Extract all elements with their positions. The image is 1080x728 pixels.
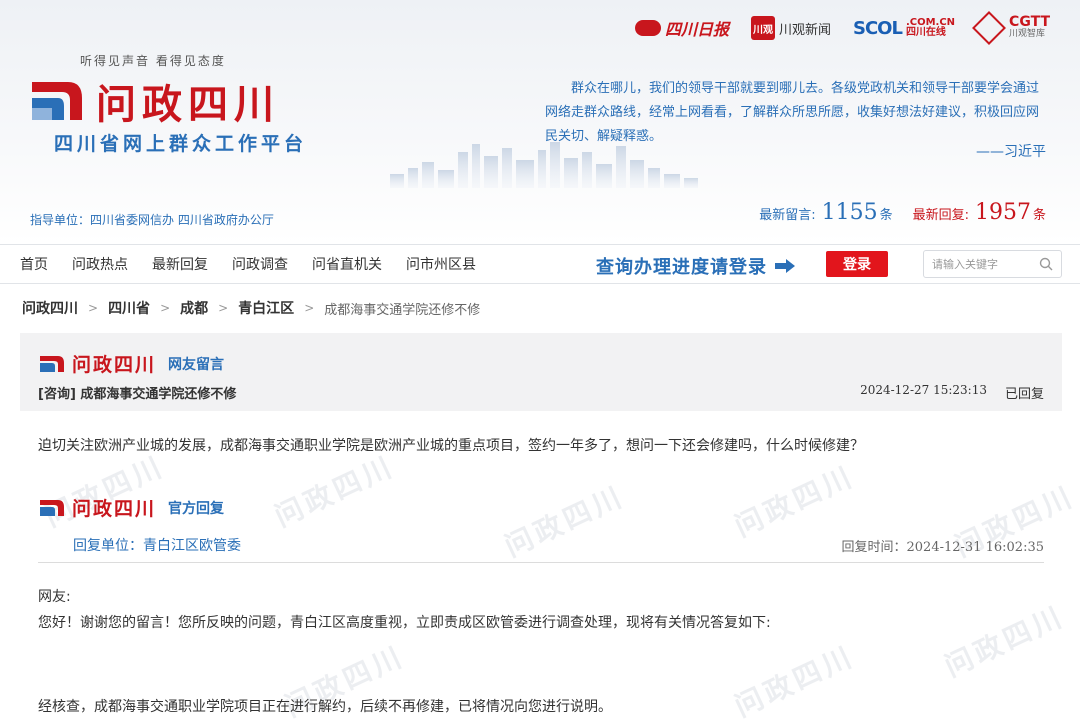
latest-message-count: 1155: [821, 200, 878, 225]
latest-message-stat[interactable]: 最新留言: 1155 条: [759, 200, 892, 225]
message-title: [咨询] 成都海事交通学院还修不修: [38, 387, 237, 402]
latest-reply-stat[interactable]: 最新回复: 1957 条: [913, 200, 1046, 225]
search-box: [923, 250, 1062, 278]
partner-logos: 四川日报 川观 川观新闻 SCOL .COM.CN 四川在线 CGTT 川观智库: [634, 11, 1050, 45]
status-badge: 已回复: [1004, 387, 1044, 402]
reply-time: 回复时间：2024-12-31 16:02:35: [841, 540, 1045, 555]
reply-paragraph: 经核查，成都海事交通职业学院项目正在进行解约，后续不再修建，已将情况向您进行说明…: [38, 699, 612, 715]
search-input[interactable]: [932, 257, 1032, 271]
watermark-logo: 问政四川: [39, 449, 170, 534]
progress-login-prompt[interactable]: 查询办理进度请登录: [596, 253, 795, 279]
chevron-right-icon: >: [88, 301, 99, 315]
chevron-right-icon: >: [304, 301, 315, 315]
netizen-message-card: 问政四川 网友留言 [咨询] 成都海事交通学院还修不修 2024-12-27 1…: [20, 333, 1062, 411]
section-tag-official: 官方回复: [168, 500, 225, 517]
nav-provincial-agencies[interactable]: 问省直机关: [312, 254, 382, 274]
platform-subtitle: 四川省网上群众工作平台: [54, 133, 308, 155]
cgtt-logo-icon: [972, 11, 1007, 45]
chevron-right-icon: >: [218, 301, 229, 315]
watermark-logo: 问政四川: [939, 599, 1070, 684]
section-logo-text: 问政四川: [72, 498, 157, 520]
nav-cities-counties[interactable]: 问市州区县: [406, 254, 476, 274]
section-logo-text: 问政四川: [72, 354, 157, 376]
breadcrumb-city[interactable]: 成都: [180, 298, 208, 318]
reply-paragraph: 您好！谢谢您的留言！您所反映的问题，青白江区高度重视，立即责成区欧管委进行调查处…: [38, 615, 771, 631]
site-logo[interactable]: 问政四川: [28, 72, 280, 130]
guiding-units: 指导单位：四川省委网信办 四川省政府办公厅: [30, 213, 274, 227]
watermark-logo: 问政四川: [729, 459, 860, 544]
partner-scol[interactable]: SCOL .COM.CN 四川在线: [853, 18, 955, 39]
site-stats: 最新留言: 1155 条 最新回复: 1957 条: [759, 200, 1046, 225]
quote-author: ——习近平: [976, 144, 1046, 160]
wenzheng-logo-icon: [40, 499, 64, 516]
breadcrumb-home[interactable]: 问政四川: [22, 298, 78, 318]
watermark-logo: 问政四川: [269, 449, 400, 534]
nav-surveys[interactable]: 问政调查: [232, 254, 288, 274]
reply-meta: 回复单位：青白江区欧管委 回复时间：2024-12-31 16:02:35: [38, 533, 1044, 563]
slogan: 听得见声音 看得见态度: [80, 54, 226, 68]
message-body: 迫切关注欧洲产业城的发展，成都海事交通职业学院是欧洲产业城的重点项目，签约一年多…: [38, 438, 864, 454]
nav-home[interactable]: 首页: [20, 254, 48, 274]
breadcrumb: 问政四川 > 四川省 > 成都 > 青白江区 > 成都海事交通学院还修不修: [22, 298, 480, 318]
partner-sichuan-daily[interactable]: 四川日报: [634, 16, 729, 40]
reply-unit: 回复单位：青白江区欧管委: [73, 538, 241, 554]
section-tag-netizen: 网友留言: [168, 356, 225, 373]
reply-greeting: 网友:: [38, 589, 71, 605]
breadcrumb-district[interactable]: 青白江区: [238, 298, 294, 318]
sichuan-daily-logo-icon: [634, 20, 661, 36]
breadcrumb-province[interactable]: 四川省: [108, 298, 150, 318]
partner-chuanguan[interactable]: 川观 川观新闻: [750, 16, 831, 40]
search-icon[interactable]: [1039, 257, 1053, 271]
nav-hot-topics[interactable]: 问政热点: [72, 254, 128, 274]
watermark-logo: 问政四川: [729, 639, 860, 724]
main-nav: 首页 问政热点 最新回复 问政调查 问省直机关 问市州区县 查询办理进度请登录 …: [0, 244, 1080, 284]
partner-cgtt[interactable]: CGTT 川观智库: [972, 11, 1050, 45]
arrow-right-icon: [775, 259, 795, 273]
message-time: 2024-12-27 15:23:13: [860, 383, 987, 397]
chevron-right-icon: >: [160, 301, 171, 315]
breadcrumb-current: 成都海事交通学院还修不修: [324, 302, 481, 318]
login-button[interactable]: 登录: [826, 251, 888, 277]
site-header: 四川日报 川观 川观新闻 SCOL .COM.CN 四川在线 CGTT 川观智库…: [0, 0, 1080, 244]
leader-quote: 群众在哪儿，我们的领导干部就要到哪儿去。各级党政机关和领导干部要学会通过网络走群…: [545, 81, 1040, 144]
latest-reply-count: 1957: [974, 200, 1031, 225]
wenzheng-logo-icon: [32, 82, 82, 120]
wenzheng-logo-icon: [40, 355, 64, 372]
nav-latest-replies[interactable]: 最新回复: [152, 254, 208, 274]
official-reply-header: 问政四川 官方回复: [38, 494, 224, 521]
chuanguan-logo-icon: 川观: [750, 16, 775, 40]
